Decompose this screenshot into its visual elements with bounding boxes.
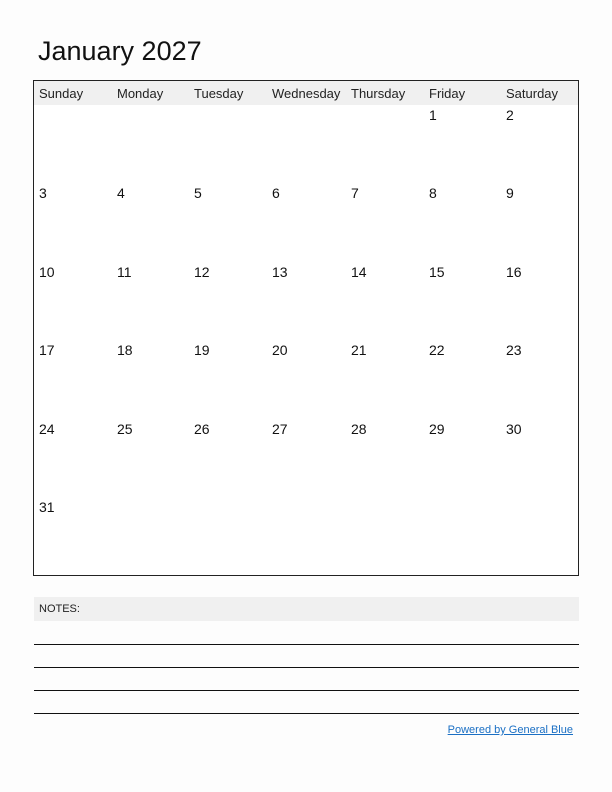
day-cell: 5 [194, 185, 202, 201]
day-cell: 2 [506, 107, 514, 123]
day-cell: 3 [39, 185, 47, 201]
day-cell: 16 [506, 264, 522, 280]
day-cell: 17 [39, 342, 55, 358]
day-cell: 30 [506, 421, 522, 437]
day-cell: 27 [272, 421, 288, 437]
day-cell: 14 [351, 264, 367, 280]
weekday-friday: Friday [429, 86, 466, 101]
weekday-monday: Monday [117, 86, 164, 101]
notes-label: NOTES: [39, 603, 80, 615]
day-cell: 9 [506, 185, 514, 201]
day-cell: 11 [117, 264, 132, 280]
day-cell: 12 [194, 264, 210, 280]
notes-line [34, 713, 579, 714]
day-cell: 7 [351, 185, 359, 201]
day-cell: 19 [194, 342, 210, 358]
notes-header: NOTES: [34, 597, 579, 621]
day-cell: 4 [117, 185, 125, 201]
day-cell: 24 [39, 421, 55, 437]
day-cell: 28 [351, 421, 367, 437]
day-cell: 6 [272, 185, 280, 201]
day-cell: 20 [272, 342, 288, 358]
day-cell: 25 [117, 421, 133, 437]
day-cell: 8 [429, 185, 437, 201]
notes-line [34, 644, 579, 645]
page-title: January 2027 [38, 36, 202, 66]
weekday-wednesday: Wednesday [272, 86, 341, 101]
calendar-grid: Sunday Monday Tuesday Wednesday Thursday Frid… [33, 80, 579, 576]
day-cell: 31 [39, 499, 55, 515]
day-cell: 29 [429, 421, 445, 437]
weekday-sunday: Sunday [39, 86, 84, 101]
day-cell: 10 [39, 264, 55, 280]
day-cell: 13 [272, 264, 288, 280]
day-cell: 18 [117, 342, 133, 358]
weekday-saturday: Saturday [506, 86, 559, 101]
powered-by-link[interactable]: Powered by General Blue [448, 724, 573, 736]
day-cell: 23 [506, 342, 522, 358]
day-cell: 1 [429, 107, 437, 123]
day-cell: 26 [194, 421, 210, 437]
day-cell: 22 [429, 342, 445, 358]
day-cell: 21 [351, 342, 367, 358]
notes-line [34, 667, 579, 668]
notes-line [34, 690, 579, 691]
weekday-header: Sunday Monday Tuesday Wednesday Thursday Frid… [34, 81, 578, 105]
weekday-tuesday: Tuesday [194, 86, 244, 101]
day-cell: 15 [429, 264, 445, 280]
weekday-thursday: Thursday [351, 86, 406, 101]
